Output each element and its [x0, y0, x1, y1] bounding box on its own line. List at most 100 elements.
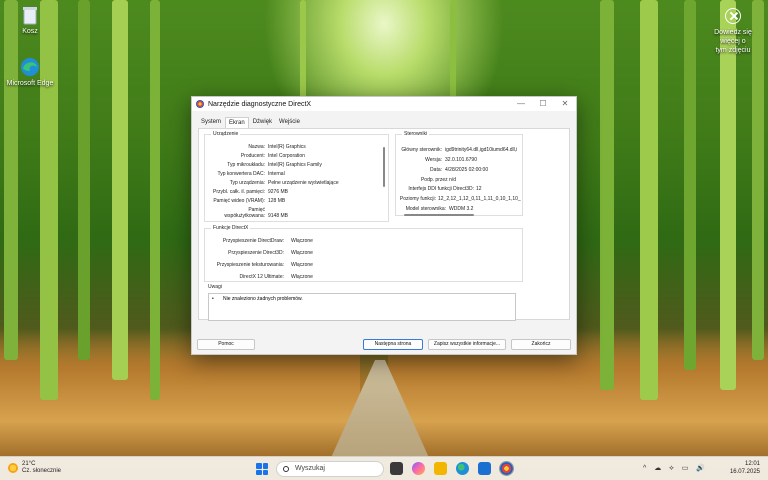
- notes-box[interactable]: • Nie znaleziono żadnych problemów.: [208, 293, 516, 321]
- minimize-button[interactable]: —: [510, 97, 532, 111]
- bamboo-stalk: [4, 0, 18, 360]
- device-value: 9276 MB: [268, 189, 289, 195]
- driver-value: igd9trinity64.dll,igd10iumd64.dll,i: [445, 147, 518, 153]
- window-titlebar[interactable]: Narzędzie diagnostyczne DirectX — ☐ ✕: [192, 97, 576, 111]
- device-value: Intel(R) Graphics: [268, 144, 306, 150]
- learn-about-picture-line1: Dowiedz się więcej o: [714, 29, 752, 45]
- next-page-button[interactable]: Następna strona: [363, 339, 423, 350]
- tab-system[interactable]: System: [198, 117, 224, 128]
- taskbar-app-task-view-icon[interactable]: [390, 462, 403, 475]
- clock-time: 12:01: [744, 461, 760, 467]
- drivers-group: Sterowniki Główny sterownik: igd9trinity…: [395, 131, 523, 216]
- driver-value: 12_2,12_1,12_0,11_1,11_0,10_1,10_: [438, 196, 521, 202]
- driver-label: Wersja:: [425, 157, 442, 163]
- tab-sound[interactable]: Dźwięk: [250, 117, 275, 128]
- start-button[interactable]: [256, 463, 268, 475]
- button-row: Pomoc Następna strona Zapisz wszystkie i…: [192, 339, 576, 350]
- search-placeholder: Wyszukaj: [295, 465, 325, 472]
- device-label: Producent:: [240, 153, 265, 159]
- drivers-group-title: Sterowniki: [402, 131, 430, 137]
- feature-value: Włączone: [291, 274, 313, 280]
- tab-bar: System Ekran Dźwięk Wejście: [192, 111, 576, 128]
- maximize-button[interactable]: ☐: [532, 97, 554, 111]
- notes-text: Nie znaleziono żadnych problemów.: [223, 296, 303, 302]
- clock-date: 16.07.2025: [729, 469, 760, 475]
- driver-label: Poziomy funkcji:: [399, 196, 436, 202]
- bamboo-stalk: [600, 0, 614, 390]
- device-group: Urządzenie Nazwa: Intel(R) Graphics Prod…: [204, 131, 389, 222]
- taskbar: 21°C Cz. słonecznie Wyszukaj ^ ☁ ⟡ ▭ 🔊 1…: [0, 456, 768, 480]
- device-value: Intel Corporation: [268, 153, 305, 159]
- feature-label: Przyspieszenie teksturowania:: [216, 262, 284, 268]
- weather-desc: Cz. słonecznie: [22, 468, 62, 474]
- driver-label: Podp. przez n/d: [420, 177, 456, 183]
- driver-label: Data:: [430, 167, 442, 173]
- learn-about-picture-line2: tym zdjęciu: [715, 47, 751, 54]
- driver-value: 4/28/2025 02:00:00: [445, 167, 489, 173]
- notes-bullet: •: [212, 296, 214, 302]
- taskbar-app-edge-icon[interactable]: [456, 462, 469, 475]
- device-value: Intel(R) Graphics Family: [268, 162, 322, 168]
- exit-button[interactable]: Zakończ: [511, 339, 571, 350]
- feature-value: Włączone: [291, 262, 313, 268]
- driver-value: WDDM 3.2: [449, 206, 474, 212]
- tab-input[interactable]: Wejście: [276, 117, 303, 128]
- search-box[interactable]: Wyszukaj: [276, 461, 384, 477]
- device-label: współużytkowana:: [224, 213, 265, 219]
- feature-label: Przyspieszenie DirectDraw:: [222, 238, 284, 244]
- sun-icon: [8, 463, 18, 473]
- notes-title: Uwagi: [206, 284, 224, 290]
- directx-features-title: Funkcje DirectX: [211, 225, 251, 231]
- recycle-bin-icon: [23, 7, 37, 25]
- tab-panel: Urządzenie Nazwa: Intel(R) Graphics Prod…: [198, 128, 570, 321]
- bamboo-stalk: [720, 0, 736, 390]
- device-value: 9148 MB: [268, 213, 289, 219]
- desktop-icon-edge[interactable]: Microsoft Edge: [0, 56, 60, 87]
- bamboo-stalk: [684, 0, 696, 370]
- system-tray-icons[interactable]: ^ ☁ ⟡ ▭ 🔊: [643, 464, 708, 473]
- dxdiag-window: Narzędzie diagnostyczne DirectX — ☐ ✕ Sy…: [191, 96, 577, 355]
- directx-app-icon: [196, 100, 204, 108]
- device-label: Typ konwertera DAC:: [217, 171, 265, 177]
- device-label: Typ urządzenia:: [229, 180, 265, 186]
- driver-value: 32.0.101.6790: [445, 157, 477, 163]
- driver-label: Interfejs DDI funkcji Direct3D:: [408, 186, 474, 192]
- bamboo-stalk: [78, 0, 90, 360]
- taskbar-app-store-icon[interactable]: [478, 462, 491, 475]
- feature-label: DirectX 12 Ultimate:: [239, 274, 284, 280]
- driver-label: Model sterownika:: [405, 206, 446, 212]
- device-value: 128 MB: [268, 198, 286, 204]
- desktop-icon-recycle-bin[interactable]: Kosz: [0, 4, 60, 35]
- save-all-info-button[interactable]: Zapisz wszystkie informacje...: [428, 339, 506, 350]
- device-label: Nazwa:: [248, 144, 265, 150]
- bamboo-stalk: [112, 0, 128, 380]
- window-title: Narzędzie diagnostyczne DirectX: [208, 100, 312, 108]
- device-label: Pamięć wideo (VRAM):: [213, 198, 265, 204]
- clock[interactable]: 12:01 16.07.2025: [730, 460, 760, 476]
- edge-icon: [21, 58, 39, 76]
- feature-label: Przyspieszenie Direct3D:: [228, 250, 284, 256]
- windows-logo-icon: [256, 463, 262, 469]
- taskbar-app-copilot-icon[interactable]: [412, 462, 425, 475]
- desktop-icon-label: Microsoft Edge: [6, 80, 54, 87]
- close-button[interactable]: ✕: [554, 97, 576, 111]
- feature-value: Włączone: [291, 250, 313, 256]
- weather-widget[interactable]: 21°C Cz. słonecznie: [8, 461, 61, 475]
- bamboo-stalk: [640, 0, 658, 400]
- driver-label: Główny sterownik:: [401, 147, 442, 153]
- help-button[interactable]: Pomoc: [197, 339, 255, 350]
- taskbar-app-file-explorer-icon[interactable]: [434, 462, 447, 475]
- desktop-icon-label: Kosz: [22, 28, 38, 35]
- taskbar-app-directx-icon[interactable]: [499, 461, 514, 476]
- drivers-scrollbar[interactable]: [404, 214, 474, 216]
- bamboo-stalk: [150, 0, 160, 400]
- directx-features-group: Funkcje DirectX Przyspieszenie DirectDra…: [204, 225, 523, 282]
- device-group-title: Urządzenie: [211, 131, 241, 137]
- search-icon: [283, 466, 289, 472]
- tab-display[interactable]: Ekran: [225, 117, 249, 128]
- driver-value: 12: [476, 186, 482, 192]
- device-scrollbar[interactable]: [383, 147, 385, 187]
- learn-about-picture[interactable]: Dowiedz się więcej o tym zdjęciu: [706, 8, 760, 55]
- device-label: Typ mikroukładu:: [227, 162, 265, 168]
- device-value: Pełne urządzenie wyświetlające: [268, 180, 339, 186]
